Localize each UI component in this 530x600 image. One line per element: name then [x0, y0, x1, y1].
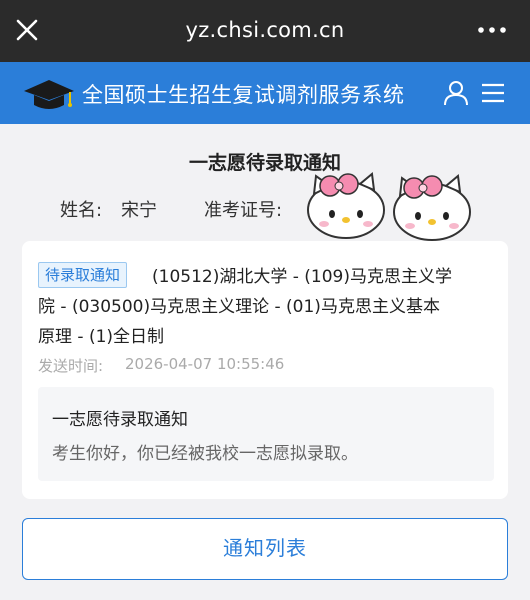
browser-url: yz.chsi.com.cn [185, 18, 345, 42]
site-header: 全国硕士生招生复试调剂服务系统 [0, 62, 530, 124]
site-title: 全国硕士生招生复试调剂服务系统 [82, 83, 405, 107]
name-value: 宋宁 [121, 200, 157, 221]
notice-detail-line: 原理 - (1)全日制 [38, 327, 165, 347]
user-icon[interactable] [443, 80, 469, 106]
message-body: 考生你好，你已经被我校一志愿拟录取。 [52, 444, 358, 464]
message-title: 一志愿待录取通知 [52, 410, 188, 430]
menu-icon[interactable] [480, 82, 506, 104]
more-horizontal-icon[interactable] [476, 22, 508, 38]
notice-list-button[interactable]: 通知列表 [22, 518, 508, 580]
notice-card: 待录取通知 (10512)湖北大学 - (109)马克思主义学 院 - (030… [22, 241, 508, 499]
name-label: 姓名: [60, 200, 103, 221]
send-time-value: 2026-04-07 10:55:46 [125, 355, 285, 373]
main-content: 一志愿待录取通知 姓名: 宋宁 准考证号: 待录取通知 (10512)湖北大学 … [0, 124, 530, 600]
notice-detail-line: (10512)湖北大学 - (109)马克思主义学 [152, 267, 452, 287]
browser-top-bar: yz.chsi.com.cn [0, 0, 530, 62]
message-box: 一志愿待录取通知 考生你好，你已经被我校一志愿拟录取。 [38, 387, 494, 481]
graduation-cap-icon [24, 80, 74, 109]
notice-detail-line: 院 - (030500)马克思主义理论 - (01)马克思主义基本 [38, 297, 440, 317]
status-badge: 待录取通知 [38, 262, 128, 288]
send-time-label: 发送时间: [38, 357, 104, 375]
hello-kitty-sticker [307, 172, 471, 241]
exam-number-label: 准考证号: [204, 200, 283, 221]
